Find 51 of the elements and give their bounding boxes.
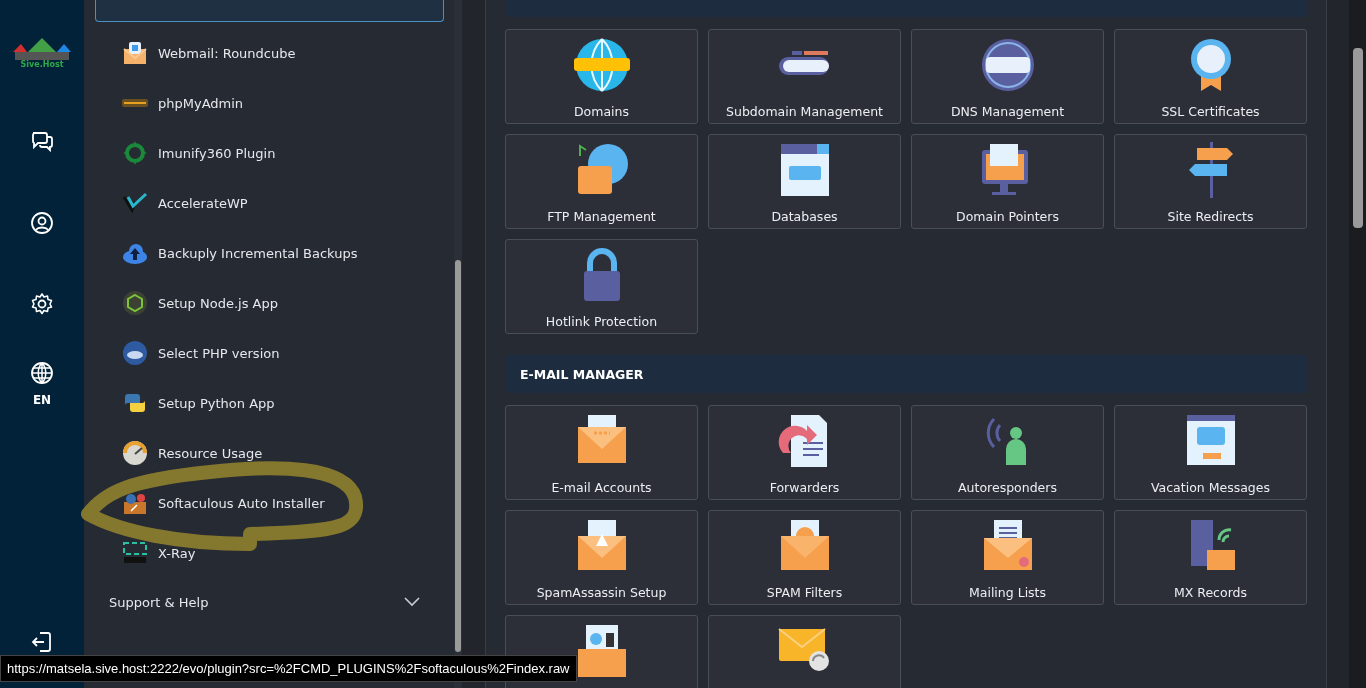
globe-icon — [573, 37, 630, 93]
menu-item[interactable]: AccelerateWP — [84, 178, 454, 228]
feature-tile[interactable]: DNS Management — [911, 29, 1104, 124]
logout-icon[interactable] — [30, 630, 54, 654]
feature-tile[interactable]: Site Redirects — [1114, 134, 1307, 229]
menu-item[interactable]: Setup Python App — [84, 378, 454, 428]
feature-tile[interactable]: Databases — [708, 134, 901, 229]
feature-tile[interactable]: Vacation Messages — [1114, 405, 1307, 500]
php-badge-icon — [122, 340, 148, 366]
chat-icon[interactable] — [30, 130, 54, 154]
menu-item[interactable]: Webmail: Roundcube — [84, 28, 454, 78]
feature-tile[interactable]: SpamAssassin Setup — [505, 510, 698, 605]
feature-tile[interactable]: Domains — [505, 29, 698, 124]
check-mark-icon — [122, 190, 148, 216]
network-globe-icon — [979, 37, 1036, 93]
section-header: E-MAIL MANAGER — [505, 355, 1307, 393]
settings-icon[interactable] — [30, 292, 54, 316]
feature-tile[interactable] — [708, 615, 901, 688]
gauge-icon — [122, 440, 148, 466]
menu-item[interactable]: Select PHP version — [84, 328, 454, 378]
language-label[interactable]: EN — [32, 393, 52, 407]
section-toggle[interactable]: Support & Help — [109, 590, 420, 614]
menu-item[interactable]: Backuply Incremental Backups — [84, 228, 454, 278]
scrollbar[interactable] — [1349, 0, 1366, 688]
logo[interactable]: Sive.Host — [11, 38, 73, 70]
feature-tile[interactable]: Forwarders — [708, 405, 901, 500]
url-tooltip: https://matsela.sive.host:2222/evo/plugin?src=%2FCMD_PLUGINS%2Fsoftaculous%2Findex.raw — [0, 655, 577, 682]
menu-item[interactable]: Setup Node.js App — [84, 278, 454, 328]
huts-logo-icon — [11, 38, 73, 60]
feature-tile[interactable]: SPAM Filters — [708, 510, 901, 605]
globe-icon[interactable] — [30, 361, 54, 385]
feature-tile[interactable]: Subdomain Management — [708, 29, 901, 124]
chevron-icon — [404, 597, 420, 607]
feature-tile[interactable]: FTP Management — [505, 134, 698, 229]
menu-item[interactable]: phpMyAdmin — [84, 78, 454, 128]
user-icon[interactable] — [30, 211, 54, 235]
menu-item[interactable]: Imunify360 Plugin — [84, 128, 454, 178]
feature-tile[interactable]: E-mail Accounts — [505, 405, 698, 500]
menu-item[interactable]: Resource Usage — [84, 428, 454, 478]
feature-tile[interactable]: MX Records — [1114, 510, 1307, 605]
envelope-icon — [122, 40, 148, 66]
menu-item[interactable]: X-Ray — [84, 528, 454, 578]
feature-tile[interactable]: Mailing Lists — [911, 510, 1104, 605]
feature-tile[interactable]: Domain Pointers — [911, 134, 1104, 229]
section-header-box[interactable] — [95, 0, 444, 22]
feature-tile[interactable]: Hotlink Protection — [505, 239, 698, 334]
feature-tile[interactable]: SSL Certificates — [1114, 29, 1307, 124]
star-ring-icon — [122, 140, 148, 166]
menu-item[interactable]: Softaculous Auto Installer — [84, 478, 454, 528]
logo-text: Sive.Host — [20, 60, 64, 70]
feature-tile[interactable]: Autoresponders — [911, 405, 1104, 500]
